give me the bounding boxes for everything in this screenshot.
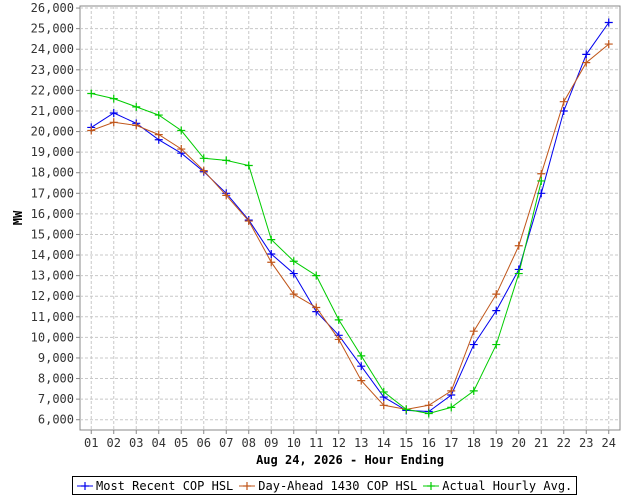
x-tick-label: 24 [602,436,616,450]
y-tick-label: 26,000 [31,1,74,15]
y-tick-label: 19,000 [31,145,74,159]
x-tick-label: 09 [264,436,278,450]
y-tick-label: 8,000 [38,372,74,386]
x-tick-label: 14 [377,436,391,450]
x-tick-label: 22 [557,436,571,450]
y-tick-label: 17,000 [31,186,74,200]
legend-swatch-marker [243,481,252,490]
x-tick-label: 18 [467,436,481,450]
legend-label: Most Recent COP HSL [96,478,234,493]
y-tick-label: 10,000 [31,330,74,344]
x-tick-label: 20 [512,436,526,450]
x-tick-label: 11 [309,436,323,450]
x-tick-label: 03 [129,436,143,450]
legend-label: Day-Ahead 1430 COP HSL [258,478,418,493]
y-tick-label: 15,000 [31,227,74,241]
y-tick-label: 25,000 [31,22,74,36]
y-tick-label: 23,000 [31,63,74,77]
legend: Most Recent COP HSL Day-Ahead 1430 COP HS… [72,476,578,495]
x-tick-label: 13 [354,436,368,450]
x-tick-label: 02 [107,436,121,450]
x-tick-label: 04 [152,436,166,450]
x-tick-label: 07 [219,436,233,450]
x-tick-label: 21 [534,436,548,450]
chart: 6,000 7,000 8,000 9,000 10,000 11,000 12,000 13… [11,1,621,467]
y-tick-label: 7,000 [38,392,74,406]
y-tick-label: 22,000 [31,83,74,97]
x-tick-label: 19 [489,436,503,450]
x-tick-label: 06 [197,436,211,450]
y-tick-label: 13,000 [31,269,74,283]
y-tick-label: 9,000 [38,351,74,365]
legend-swatch [239,481,256,490]
x-tick-label: 15 [399,436,413,450]
legend-swatch-marker [81,481,89,490]
x-tick-label: 01 [84,436,98,450]
y-tick-label: 12,000 [31,289,74,303]
legend-item-3: Actual Hourly Avg. [423,479,572,493]
y-tick-label: 16,000 [31,207,74,221]
x-tick-label: 17 [444,436,458,450]
y-tick-label: 20,000 [31,125,74,139]
x-tick-label: 16 [422,436,436,450]
legend-swatch-marker [427,481,436,490]
y-tick-label: 11,000 [31,310,74,324]
y-axis-title: MW [11,210,25,225]
x-tick-label: 05 [174,436,188,450]
y-tick-label: 21,000 [31,104,74,118]
x-tick-label: 10 [287,436,301,450]
legend-label: Actual Hourly Avg. [442,478,573,493]
x-tick-label: 23 [579,436,593,450]
y-tick-label: 18,000 [31,166,74,180]
y-tick-label: 24,000 [31,42,74,56]
legend-swatch [77,481,93,490]
legend-item-2: Day-Ahead 1430 COP HSL [239,479,417,493]
y-tick-label: 14,000 [31,248,74,262]
x-tick-label: 08 [242,436,256,450]
x-tick-label: 12 [332,436,346,450]
legend-item-1: Most Recent COP HSL [77,479,233,493]
y-tick-label: 6,000 [38,413,74,427]
legend-swatch [423,481,440,490]
x-axis-title: Aug 24, 2026 - Hour Ending [256,453,444,467]
